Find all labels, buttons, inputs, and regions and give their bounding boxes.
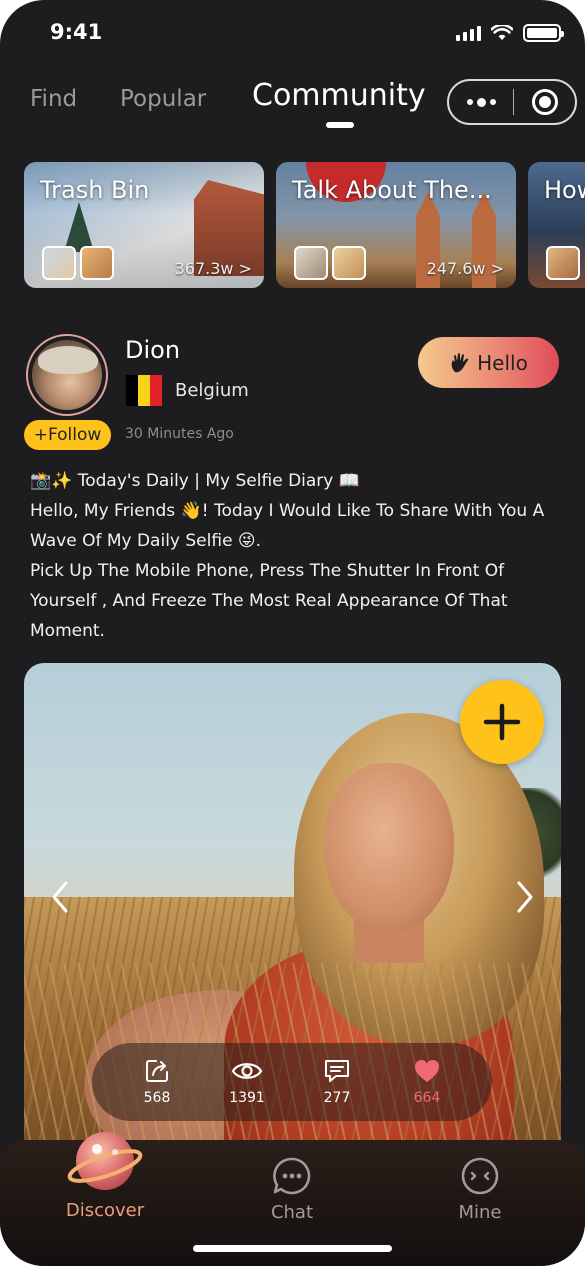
- active-tab-indicator: [326, 122, 354, 128]
- avatar: [294, 246, 328, 280]
- more-dots-icon[interactable]: [449, 81, 513, 123]
- post-time: 30 Minutes Ago: [125, 426, 234, 442]
- avatar: [42, 246, 76, 280]
- topic-avatars: [42, 246, 114, 280]
- chat-bubble-icon: [273, 1157, 311, 1195]
- username[interactable]: Dion: [125, 336, 180, 364]
- nav-label: Chat: [270, 1202, 314, 1223]
- chevron-right-icon[interactable]: [509, 877, 539, 917]
- avatar: [332, 246, 366, 280]
- comment-count: 277: [323, 1090, 351, 1106]
- hello-label: Hello: [477, 350, 528, 375]
- phone-screen: 9:41 Find Popular Community Trash Bin 36…: [0, 0, 585, 1266]
- avatar: [80, 246, 114, 280]
- topic-card[interactable]: Talk About The... 247.6w >: [276, 162, 516, 288]
- chevron-left-icon[interactable]: [46, 877, 76, 917]
- status-time: 9:41: [50, 20, 103, 44]
- post-photo[interactable]: 568 1391 277 664: [24, 663, 561, 1183]
- add-button[interactable]: [460, 680, 544, 764]
- avatar: [32, 340, 102, 410]
- home-indicator: [193, 1245, 392, 1252]
- post-text-line: 📸✨ Today's Daily | My Selfie Diary 📖: [30, 471, 360, 491]
- topic-card[interactable]: How: [528, 162, 585, 288]
- wave-hand-icon: [451, 352, 469, 372]
- topic-avatars: [546, 246, 580, 280]
- target-icon: [531, 89, 558, 115]
- topic-count: 247.6w >: [426, 259, 504, 278]
- comment-stat[interactable]: 277: [302, 1058, 372, 1106]
- nav-chat[interactable]: Chat: [222, 1156, 362, 1223]
- battery-icon: [523, 24, 564, 42]
- post-body: 📸✨ Today's Daily | My Selfie Diary 📖 Hel…: [30, 466, 560, 646]
- like-stat[interactable]: 664: [392, 1058, 462, 1106]
- tab-find[interactable]: Find: [30, 86, 77, 112]
- share-stat[interactable]: 568: [122, 1058, 192, 1106]
- nav-label: Discover: [65, 1200, 145, 1221]
- belgium-flag-icon: [126, 375, 162, 406]
- nav-label: Mine: [458, 1202, 502, 1223]
- share-icon: [146, 1060, 168, 1082]
- user-avatar[interactable]: [26, 334, 108, 416]
- status-bar: 9:41: [0, 0, 585, 66]
- close-mini-program-button[interactable]: [514, 89, 575, 115]
- tab-community[interactable]: Community: [252, 78, 426, 113]
- share-count: 568: [143, 1090, 171, 1106]
- topic-title: Trash Bin: [40, 176, 150, 204]
- topic-title: How: [544, 176, 585, 204]
- topic-count: 367.3w >: [174, 259, 252, 278]
- view-count: 1391: [229, 1090, 265, 1106]
- topic-carousel: Trash Bin 367.3w > Talk About The... 247…: [24, 162, 585, 290]
- view-stat[interactable]: 1391: [212, 1058, 282, 1106]
- signal-icon: [456, 25, 481, 41]
- mini-program-capsule: [447, 79, 577, 125]
- post-text-line: Hello, My Friends 👋! Today I Would Like …: [30, 501, 550, 551]
- post-stats-bar: 568 1391 277 664: [92, 1043, 492, 1121]
- like-count: 664: [413, 1090, 441, 1106]
- face-icon: [461, 1157, 499, 1195]
- topic-card[interactable]: Trash Bin 367.3w >: [24, 162, 264, 288]
- post-text-line: Pick Up The Mobile Phone, Press The Shut…: [30, 561, 513, 641]
- follow-button[interactable]: +Follow: [24, 420, 111, 450]
- photo-face: [324, 763, 454, 933]
- topic-title: Talk About The...: [292, 176, 492, 204]
- comment-icon: [325, 1060, 349, 1082]
- topic-avatars: [294, 246, 366, 280]
- avatar: [546, 246, 580, 280]
- plus-icon: [483, 703, 521, 741]
- hello-button[interactable]: Hello: [418, 337, 559, 388]
- country-label: Belgium: [175, 380, 249, 401]
- status-icons: [456, 24, 564, 42]
- nav-mine[interactable]: Mine: [410, 1156, 550, 1223]
- heart-icon: [415, 1060, 439, 1082]
- wifi-icon: [491, 25, 513, 40]
- eye-icon: [231, 1063, 263, 1079]
- tab-popular[interactable]: Popular: [120, 86, 206, 112]
- planet-icon[interactable]: [66, 1122, 144, 1200]
